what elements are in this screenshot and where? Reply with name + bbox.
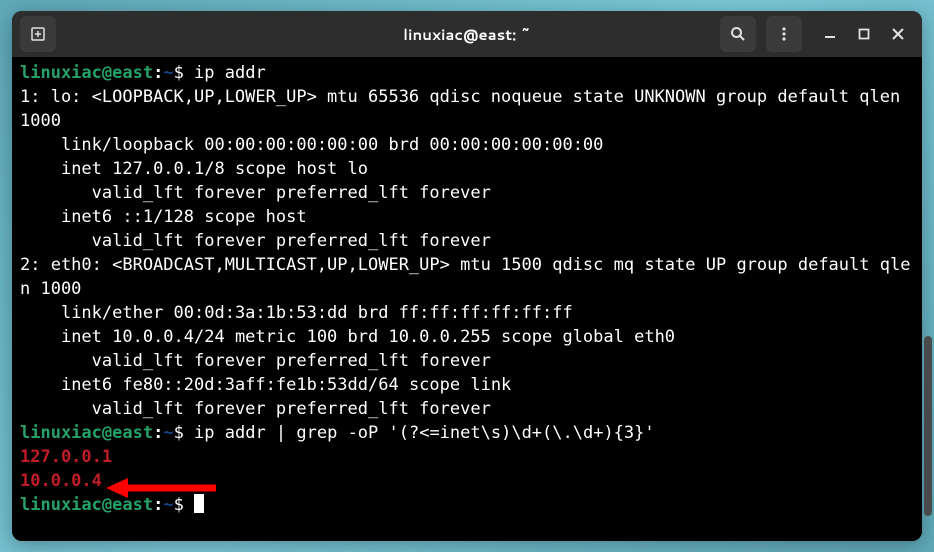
output-line: inet 10.0.0.4/24 metric 100 brd 10.0.0.2… (20, 327, 675, 347)
output-line: valid_lft forever preferred_lft forever (20, 399, 491, 419)
search-icon (730, 26, 746, 42)
prompt-path: ~ (163, 63, 173, 83)
grep-result-2: 10.0.0.4 (20, 471, 102, 491)
cursor (194, 494, 204, 513)
menu-icon (776, 26, 792, 42)
maximize-button[interactable] (854, 24, 874, 44)
terminal-window: linuxiac@east: ~ linuxiac@east:~$ ip (12, 11, 922, 541)
output-line: 1: lo: <LOOPBACK,UP,LOWER_UP> mtu 65536 … (20, 87, 910, 131)
menu-button[interactable] (766, 16, 802, 52)
output-line: valid_lft forever preferred_lft forever (20, 351, 491, 371)
prompt-user-host: linuxiac@east (20, 423, 153, 443)
minimize-icon (823, 27, 837, 41)
window-title: linuxiac@east: ~ (403, 24, 530, 45)
prompt-symbol: $ (174, 423, 194, 443)
close-icon (891, 27, 905, 41)
search-button[interactable] (720, 16, 756, 52)
minimize-button[interactable] (820, 24, 840, 44)
output-line: link/ether 00:0d:3a:1b:53:dd brd ff:ff:f… (20, 303, 573, 323)
command-1: ip addr (194, 63, 266, 83)
prompt-sep: : (153, 495, 163, 515)
close-button[interactable] (888, 24, 908, 44)
new-tab-icon (30, 26, 46, 42)
prompt-user-host: linuxiac@east (20, 495, 153, 515)
prompt-sep: : (153, 423, 163, 443)
command-2: ip addr | grep -oP '(?<=inet\s)\d+(\.\d+… (194, 423, 655, 443)
grep-result-1: 127.0.0.1 (20, 447, 112, 467)
titlebar: linuxiac@east: ~ (12, 11, 922, 57)
prompt-symbol: $ (174, 63, 194, 83)
prompt-symbol: $ (174, 495, 194, 515)
prompt-path: ~ (163, 495, 173, 515)
titlebar-right (720, 16, 914, 52)
output-line: inet 127.0.0.1/8 scope host lo (20, 159, 368, 179)
prompt-sep: : (153, 63, 163, 83)
terminal-content[interactable]: linuxiac@east:~$ ip addr 1: lo: <LOOPBAC… (12, 57, 922, 541)
output-line: valid_lft forever preferred_lft forever (20, 183, 491, 203)
output-line: valid_lft forever preferred_lft forever (20, 231, 491, 251)
output-line: inet6 fe80::20d:3aff:fe1b:53dd/64 scope … (20, 375, 511, 395)
maximize-icon (857, 27, 871, 41)
output-line: link/loopback 00:00:00:00:00:00 brd 00:0… (20, 135, 603, 155)
prompt-user-host: linuxiac@east (20, 63, 153, 83)
new-tab-button[interactable] (20, 16, 56, 52)
output-line: 2: eth0: <BROADCAST,MULTICAST,UP,LOWER_U… (20, 255, 910, 299)
prompt-path: ~ (163, 423, 173, 443)
window-controls (820, 24, 908, 44)
output-line: inet6 ::1/128 scope host (20, 207, 307, 227)
